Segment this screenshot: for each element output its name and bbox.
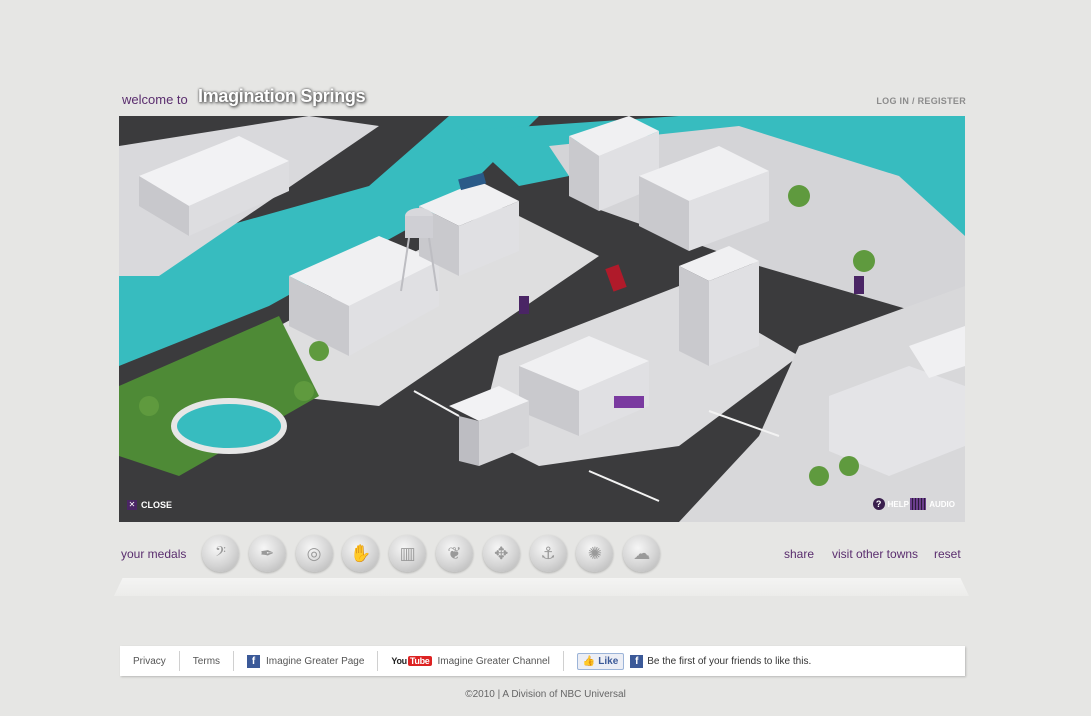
town-name: Imagination Springs [198, 86, 366, 106]
welcome-text: welcome to [122, 92, 188, 107]
facebook-icon: f [247, 654, 261, 668]
facebook-page-link[interactable]: f Imagine Greater Page [234, 651, 379, 671]
medal-sunburst[interactable]: ✺ [576, 535, 614, 572]
medal-bass-clef[interactable]: 𝄢 [202, 535, 239, 572]
pond [171, 398, 287, 454]
medal-pen-nib[interactable]: ✒ [248, 535, 286, 572]
login-register: LOG IN / REGISTER [876, 96, 966, 106]
visit-other-towns-link[interactable]: visit other towns [832, 547, 918, 561]
youtube-logo-you: You [391, 656, 407, 666]
your-medals-label: your medals [121, 547, 187, 561]
close-icon: ✕ [127, 500, 137, 510]
town-map-illustration [119, 116, 965, 522]
bass-clef-icon: 𝄢 [215, 543, 226, 563]
pen-nib-icon: ✒ [260, 543, 275, 563]
thumbs-up-icon: 👍 [582, 655, 596, 667]
butterfly-icon: ❦ [447, 543, 462, 563]
swirl-icon: ◎ [306, 543, 322, 563]
medal-tree[interactable]: ☁ [623, 535, 661, 572]
separator: / [911, 96, 915, 106]
facebook-icon: f [630, 654, 644, 668]
youtube-logo-tube: Tube [407, 656, 432, 666]
medals-bar: your medals 𝄢 ✒ ◎ ✋ ▥ ❦ ✥ ⚓ ✺ ☁ share visit other… [120, 533, 966, 587]
maple-leaf-icon: ✥ [494, 543, 509, 563]
medal-maple-leaf[interactable]: ✥ [482, 535, 520, 572]
medal-anchor[interactable]: ⚓ [529, 535, 567, 572]
terms-link[interactable]: Terms [180, 651, 235, 671]
privacy-label: Privacy [133, 655, 166, 667]
medal-city-skyline[interactable]: ▥ [389, 535, 427, 572]
like-social-text: f Be the first of your friends to like t… [630, 654, 812, 668]
hand-icon: ✋ [350, 543, 372, 563]
header: welcome to Imagination Springs LOG IN / … [120, 86, 966, 114]
anchor-icon: ⚓ [540, 543, 556, 563]
medal-shelf [114, 578, 969, 596]
medal-hand[interactable]: ✋ [342, 535, 380, 572]
share-link[interactable]: share [784, 547, 814, 561]
town-map[interactable]: ✕ CLOSE ? HELP AUDIO [119, 116, 965, 522]
city-skyline-icon: ▥ [399, 543, 416, 563]
footer-bar: Privacy Terms f Imagine Greater Page You… [120, 646, 965, 676]
sunburst-icon: ✺ [587, 543, 603, 563]
reset-link[interactable]: reset [934, 547, 961, 561]
map-audio-button[interactable]: AUDIO [910, 498, 955, 510]
terms-label: Terms [192, 655, 221, 667]
audio-bars-icon [910, 498, 927, 510]
facebook-like: 👍 Like f Be the first of your friends to … [564, 651, 824, 671]
map-close-button[interactable]: ✕ CLOSE [127, 500, 172, 510]
like-button[interactable]: 👍 Like [576, 652, 625, 670]
tree-icon: ☁ [633, 543, 651, 563]
facebook-page-label: Imagine Greater Page [266, 655, 365, 667]
register-link[interactable]: REGISTER [918, 96, 966, 106]
copyright: ©2010 | A Division of NBC Universal [465, 689, 626, 700]
like-text-label: Be the first of your friends to like thi… [647, 655, 812, 667]
medal-swirl[interactable]: ◎ [295, 535, 333, 572]
map-audio-label: AUDIO [929, 499, 955, 509]
medal-butterfly[interactable]: ❦ [436, 535, 473, 572]
youtube-icon: You Tube [391, 656, 432, 666]
map-help-button[interactable]: ? HELP [872, 498, 909, 510]
question-icon: ? [872, 498, 885, 510]
like-label: Like [598, 655, 619, 667]
map-help-label: HELP [887, 499, 909, 509]
youtube-channel-link[interactable]: You Tube Imagine Greater Channel [378, 651, 564, 671]
privacy-link[interactable]: Privacy [120, 651, 180, 671]
map-close-label: CLOSE [141, 500, 173, 510]
login-link[interactable]: LOG IN [876, 96, 909, 106]
youtube-channel-label: Imagine Greater Channel [437, 655, 550, 667]
